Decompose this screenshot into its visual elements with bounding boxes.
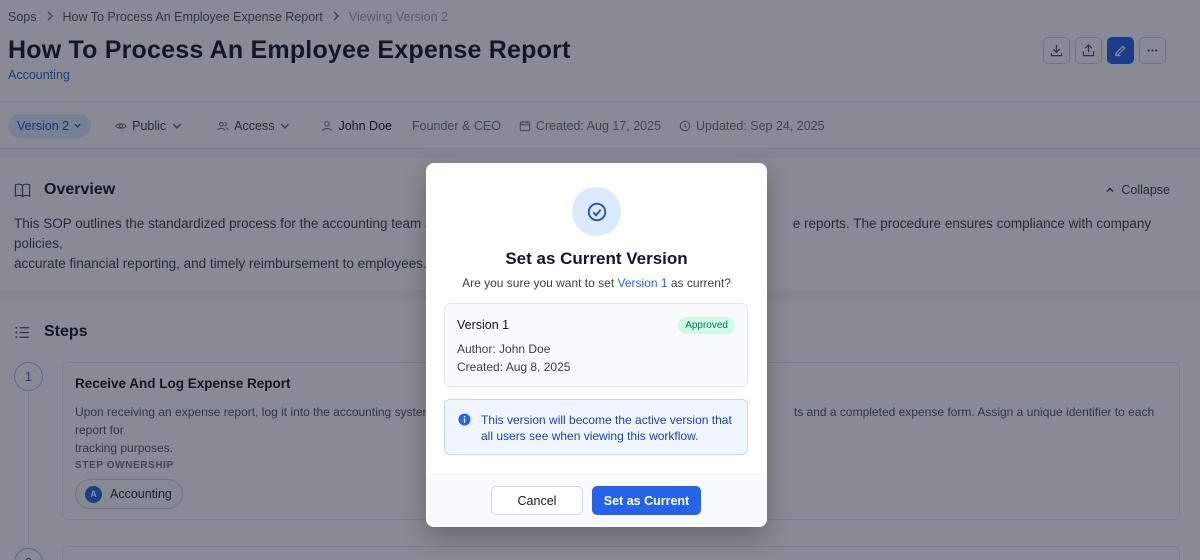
set-as-current-button[interactable]: Set as Current xyxy=(592,486,701,515)
subtitle-pre: Are you sure you want to set xyxy=(462,276,618,290)
cancel-button[interactable]: Cancel xyxy=(491,486,583,515)
check-circle-badge xyxy=(572,187,621,236)
info-notice: This version will become the active vers… xyxy=(444,399,748,455)
dialog-subtitle: Are you sure you want to set Version 1 a… xyxy=(426,276,767,290)
info-text: This version will become the active vers… xyxy=(481,413,732,443)
subtitle-version: Version 1 xyxy=(617,276,668,290)
dialog-footer: Cancel Set as Current xyxy=(426,473,767,527)
version-summary-card: Version 1 Approved Author: John Doe Crea… xyxy=(444,303,748,387)
dialog-title: Set as Current Version xyxy=(505,249,688,268)
subtitle-post: as current? xyxy=(667,276,731,290)
set-current-version-dialog: Set as Current Version Are you sure you … xyxy=(426,163,767,527)
check-circle-icon xyxy=(587,202,606,221)
version-author: Author: John Doe xyxy=(457,342,551,356)
version-name: Version 1 xyxy=(457,318,510,332)
info-icon xyxy=(458,413,471,426)
version-created: Created: Aug 8, 2025 xyxy=(457,360,571,374)
status-badge: Approved xyxy=(678,317,735,334)
